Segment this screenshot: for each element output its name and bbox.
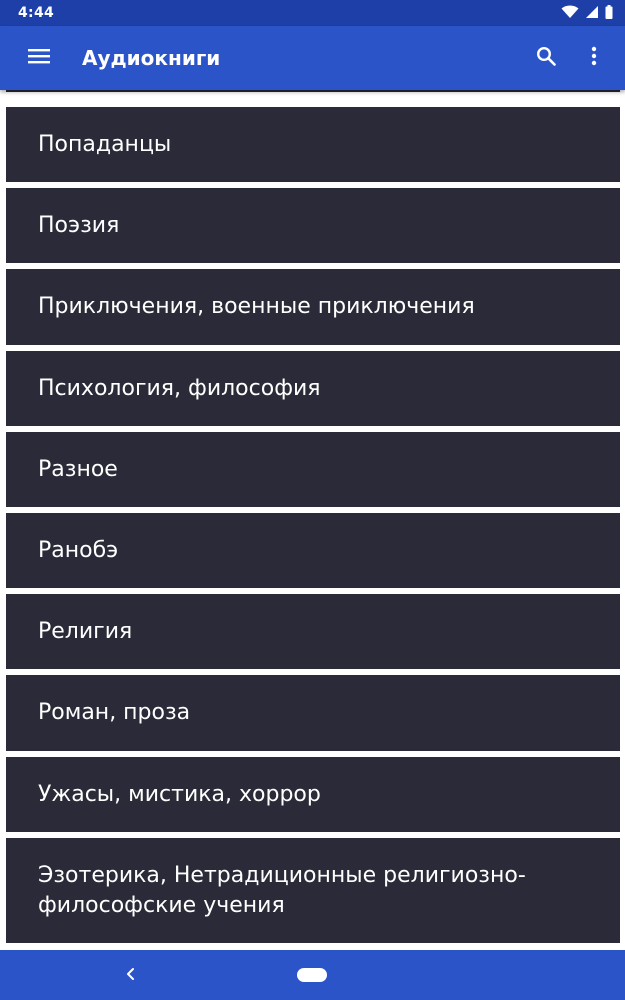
- back-button[interactable]: [118, 962, 144, 988]
- list-item[interactable]: Роман, проза: [6, 675, 620, 751]
- list-item[interactable]: Религия: [6, 594, 620, 669]
- status-bar: 4:44: [0, 0, 625, 26]
- search-icon: [536, 46, 556, 70]
- list-item-label: Роман, проза: [38, 700, 191, 725]
- battery-icon: [605, 4, 613, 23]
- list-item-label: Эзотерика, Нетрадиционные религиозно-фил…: [38, 862, 526, 918]
- genre-list[interactable]: Попаданцы Поэзия Приключения, военные пр…: [0, 90, 625, 948]
- list-item[interactable]: Разное: [6, 432, 620, 507]
- status-icons: [561, 4, 613, 23]
- page-title: Аудиокниги: [82, 46, 221, 70]
- back-icon: [125, 966, 137, 985]
- search-button[interactable]: [533, 45, 559, 71]
- list-item-label: Разное: [38, 456, 118, 482]
- more-vert-icon: [591, 46, 597, 70]
- list-item[interactable]: Эзотерика, Нетрадиционные религиозно-фил…: [6, 838, 620, 943]
- list-item-label: Ранобэ: [38, 537, 119, 563]
- wifi-icon: [561, 4, 579, 23]
- list-item-label: Религия: [38, 618, 133, 644]
- menu-icon: [28, 48, 50, 68]
- list-item-partial[interactable]: [6, 90, 620, 92]
- app-actions: [533, 45, 607, 71]
- home-pill[interactable]: [297, 968, 327, 982]
- list-item-label: Приключения, военные приключения: [38, 294, 475, 319]
- list-item[interactable]: Приключения, военные приключения: [6, 269, 620, 345]
- list-item[interactable]: Психология, философия: [6, 351, 620, 426]
- list-item-label: Ужасы, мистика, хоррор: [38, 781, 321, 807]
- signal-icon: [585, 4, 599, 23]
- list-item[interactable]: Попаданцы: [6, 107, 620, 182]
- list-item[interactable]: Ужасы, мистика, хоррор: [6, 757, 620, 832]
- list-item-label: Психология, философия: [38, 375, 321, 401]
- status-time: 4:44: [18, 5, 55, 21]
- app-bar: Аудиокниги: [0, 26, 625, 90]
- more-options-button[interactable]: [581, 45, 607, 71]
- list-item[interactable]: Поэзия: [6, 188, 620, 263]
- list-item-label: Поэзия: [38, 212, 120, 238]
- menu-button[interactable]: [26, 45, 52, 71]
- list-item[interactable]: Ранобэ: [6, 513, 620, 588]
- list-item-label: Попаданцы: [38, 131, 172, 157]
